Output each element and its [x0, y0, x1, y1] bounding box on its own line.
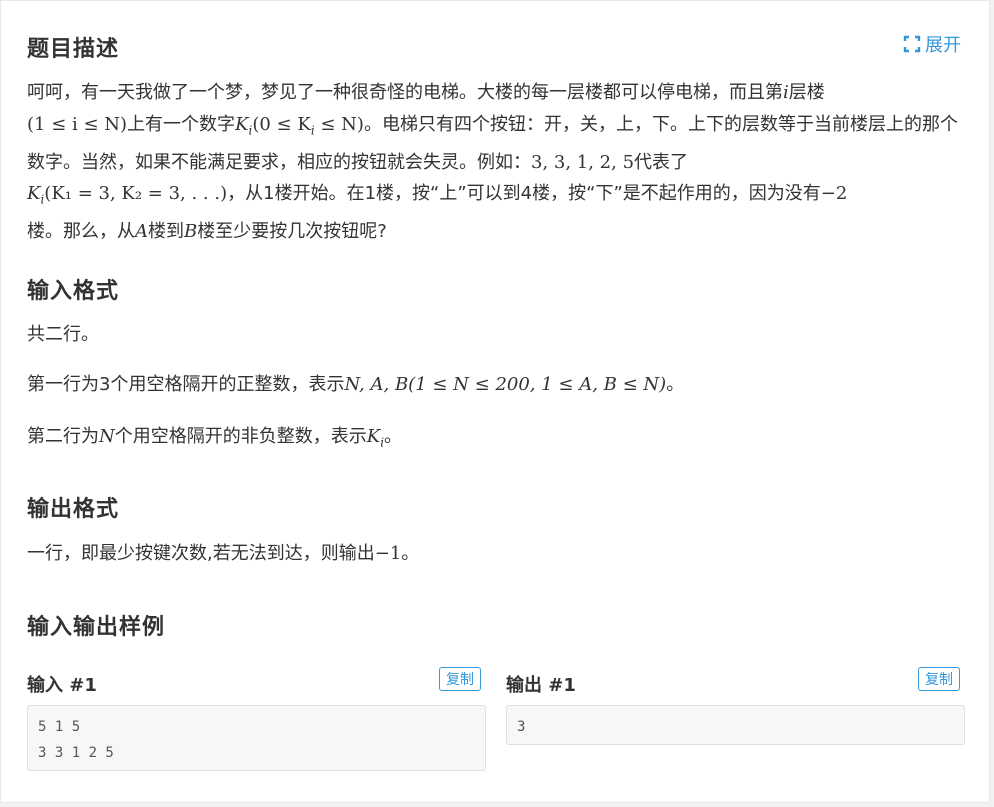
math-expr: −1	[374, 543, 402, 564]
math-var: B	[184, 221, 198, 243]
desc-text: 呵呵，有一天我做了一个梦，梦见了一种很奇怪的电梯。大楼的每一层楼都可以停电梯，而…	[27, 82, 783, 103]
math-expr: (K₁ = 3, K₂ = 3, . . .)	[44, 183, 228, 205]
math-expr: (1 ≤ i ≤ N)	[27, 113, 128, 135]
sample-input-box[interactable]: 5 1 5 3 3 1 2 5	[27, 705, 486, 771]
output-format-line1: 一行，即最少按键次数,若无法到达，则输出−1。	[27, 538, 961, 570]
math-expr: −2	[820, 183, 848, 205]
math-expr: N, A, B(1 ≤ N ≤ 200, 1 ≤ A, B ≤ N)	[344, 374, 667, 395]
input-text: 。	[384, 426, 403, 447]
input-format-line3: 第二行为N个用空格隔开的非负整数，表示Ki。	[27, 421, 961, 459]
copy-input-button[interactable]: 复制	[439, 667, 481, 691]
copy-output-button[interactable]: 复制	[918, 667, 960, 691]
math-var: K	[366, 426, 381, 447]
math-var: K	[27, 183, 41, 205]
output-text: 。	[401, 543, 420, 564]
output-text: 一行，即最少按键次数,若无法到达，则输出	[27, 543, 375, 564]
input-format-title: 输入格式	[27, 279, 120, 304]
expand-icon	[903, 35, 921, 53]
sample-input-label: 输入 #1	[27, 675, 97, 696]
math-var: N	[99, 426, 115, 447]
math-expr: 3, 3, 1, 2, 5	[531, 151, 635, 173]
input-format-line2: 第一行为3个用空格隔开的正整数，表示N, A, B(1 ≤ N ≤ 200, 1…	[27, 369, 961, 401]
input-text: 第二行为	[27, 426, 99, 447]
desc-text: ，从1楼开始。在1楼，按“上”可以到4楼，按“下”是不起作用的，因为没有	[227, 183, 821, 205]
problem-title: 题目描述	[27, 37, 120, 62]
desc-text: 代表了	[634, 151, 689, 173]
desc-text: 上有一个数字	[127, 113, 236, 135]
math-var: K	[235, 113, 249, 135]
input-format-line1: 共二行。	[27, 324, 99, 345]
desc-text: 楼。那么，从	[27, 221, 135, 243]
desc-text: 楼至少要按几次按钮呢?	[197, 221, 387, 243]
input-text: 第一行为3个用空格隔开的正整数，表示	[27, 374, 345, 395]
problem-card: 题目描述 展开 呵呵，有一天我做了一个梦，梦见了一种很奇怪的电梯。大楼的每一层楼…	[0, 0, 990, 803]
expand-label: 展开	[925, 35, 961, 56]
desc-text: 楼到	[148, 221, 184, 243]
expand-button[interactable]: 展开	[903, 31, 961, 57]
input-text: 。	[666, 374, 685, 395]
desc-text: 层楼	[788, 82, 825, 103]
math-expr: ≤ N)	[314, 113, 364, 135]
output-format-title: 输出格式	[27, 497, 120, 522]
samples-title: 输入输出样例	[27, 615, 166, 640]
problem-description: 呵呵，有一天我做了一个梦，梦见了一种很奇怪的电梯。大楼的每一层楼都可以停电梯，而…	[27, 77, 961, 248]
sample-output-box[interactable]: 3	[506, 705, 965, 745]
input-text: 个用空格隔开的非负整数，表示	[114, 426, 367, 447]
math-expr: (0 ≤ K	[252, 113, 311, 135]
math-var: A	[135, 221, 148, 243]
sample-output-label: 输出 #1	[506, 675, 576, 696]
